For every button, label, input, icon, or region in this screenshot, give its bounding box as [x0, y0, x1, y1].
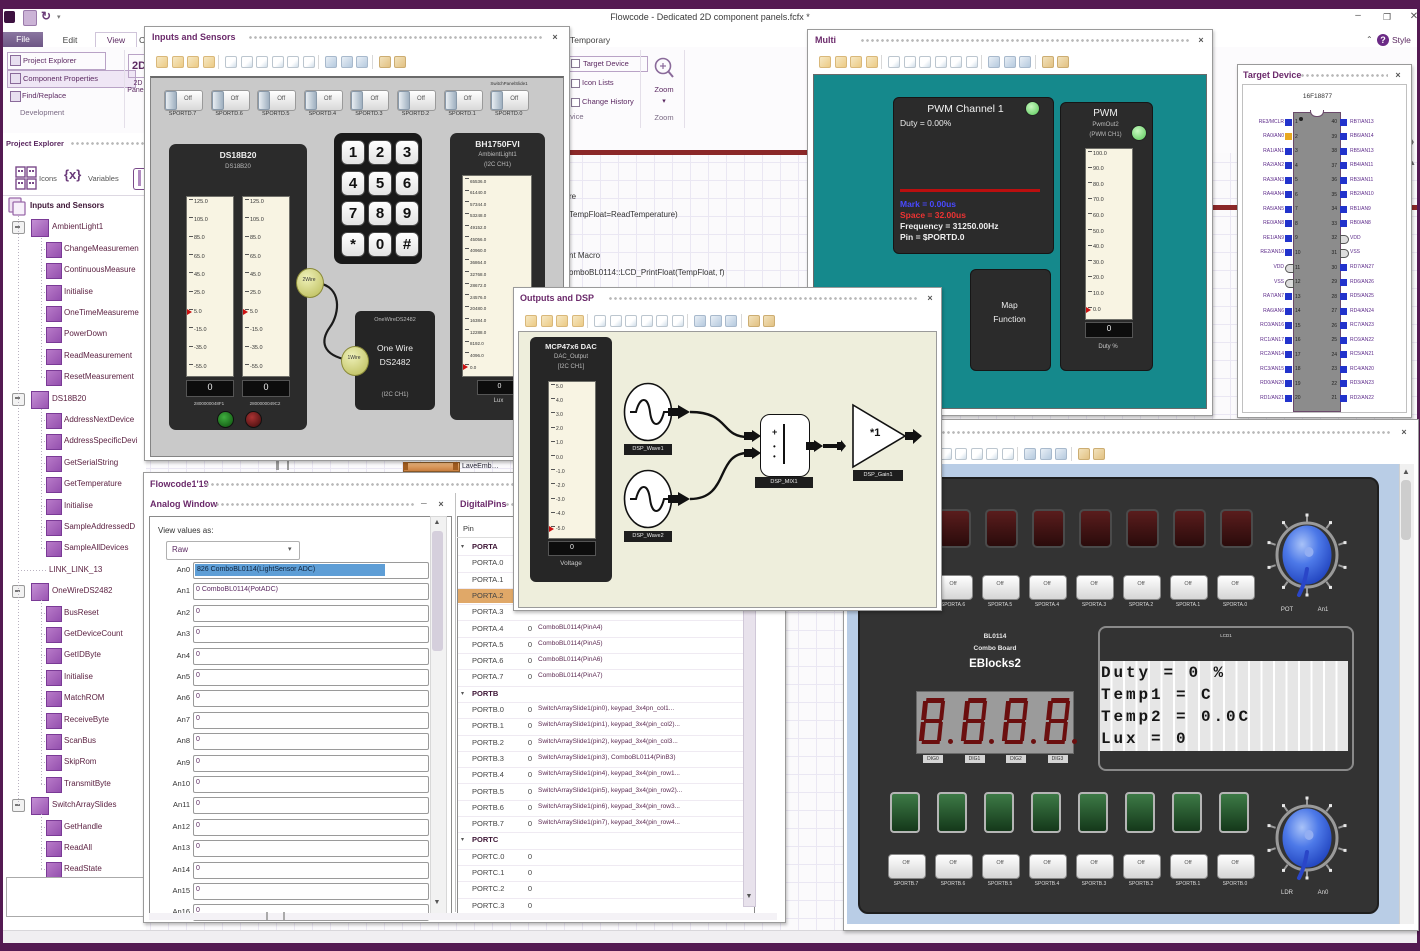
svg-text:*1: *1: [870, 427, 880, 439]
